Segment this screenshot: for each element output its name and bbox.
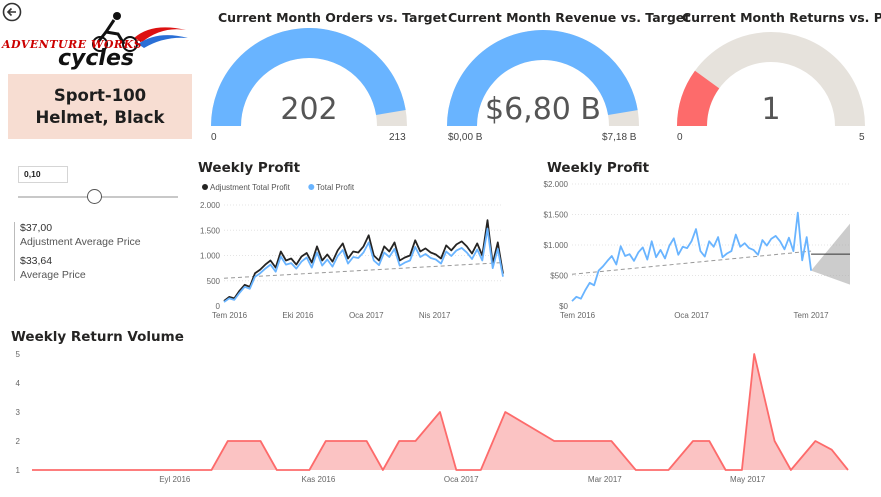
gauge-revenue-min: $0,00 B bbox=[448, 132, 483, 143]
x-tick-label: Kas 2016 bbox=[302, 475, 336, 484]
gauge-returns-title: Current Month Returns vs. Prev bbox=[682, 10, 881, 25]
x-tick-label: Nis 2017 bbox=[419, 311, 451, 320]
y-tick-label: $0 bbox=[559, 302, 568, 311]
x-tick-label: Mar 2017 bbox=[588, 475, 622, 484]
legend-label: Total Profit bbox=[316, 183, 355, 192]
y-tick-label: $2.000 bbox=[544, 180, 569, 189]
metric-cards: $37,00 Adjustment Average Price $33,64 A… bbox=[14, 222, 141, 281]
y-tick-label: $1.000 bbox=[544, 241, 569, 250]
series-line-1 bbox=[223, 219, 504, 302]
price-adjustment-input[interactable]: 0,10 bbox=[18, 166, 68, 183]
gauge-returns-value: 1 bbox=[761, 92, 781, 127]
y-tick-label: 2.000 bbox=[200, 201, 221, 210]
weekly-return-volume-chart[interactable]: 1 2 3 4 5 Eyl 2016 Kas 2016 Oca 2017 Mar 2017 May… bbox=[8, 346, 874, 486]
y-tick-label: 1 bbox=[16, 466, 21, 475]
gauge-returns-min: 0 bbox=[677, 132, 683, 143]
y-tick-label: 1.000 bbox=[200, 252, 221, 261]
gauge-orders-min: 0 bbox=[211, 132, 217, 143]
series-line-2 bbox=[223, 227, 504, 303]
x-tick-label: Tem 2016 bbox=[560, 311, 596, 320]
weekly-profit-chart-1[interactable]: 0 500 1.000 1.500 2.000 Tem 2016 Eki 2016 Oca 2… bbox=[196, 178, 516, 320]
legend-label: Adjustment Total Profit bbox=[210, 183, 291, 192]
average-price-value: $33,64 bbox=[20, 255, 53, 267]
x-tick-label: Oca 2017 bbox=[444, 475, 479, 484]
gauge-orders-title: Current Month Orders vs. Target bbox=[218, 10, 448, 25]
product-name: Sport-100 Helmet, Black bbox=[35, 85, 165, 127]
gauge-revenue-max: $7,18 B bbox=[602, 132, 637, 143]
adjustment-average-price-label: Adjustment Average Price bbox=[20, 236, 141, 248]
legend-marker bbox=[202, 184, 208, 190]
x-tick-label: Oca 2017 bbox=[674, 311, 709, 320]
logo-text-bottom: cycles bbox=[58, 46, 134, 71]
y-tick-label: $500 bbox=[550, 272, 568, 281]
x-tick-label: Oca 2017 bbox=[349, 311, 384, 320]
adjustment-average-price-value: $37,00 bbox=[20, 222, 53, 234]
price-adjustment-slider[interactable] bbox=[18, 188, 178, 206]
company-logo: ADVENTURE WORKS cycles bbox=[2, 8, 188, 71]
gauge-revenue-value: $6,80 B bbox=[484, 92, 601, 127]
y-tick-label: 2 bbox=[16, 437, 21, 446]
y-tick-label: $1.500 bbox=[544, 211, 569, 220]
y-tick-label: 500 bbox=[207, 277, 221, 286]
weekly-return-volume-title: Weekly Return Volume bbox=[11, 329, 184, 345]
gauge-orders-max: 213 bbox=[389, 132, 406, 143]
slider-thumb[interactable] bbox=[87, 189, 103, 204]
x-tick-label: Eyl 2016 bbox=[159, 475, 191, 484]
price-adjustment-value: 0,10 bbox=[24, 169, 41, 179]
gauge-orders-value: 202 bbox=[280, 92, 338, 127]
x-tick-label: Tem 2016 bbox=[212, 311, 248, 320]
legend-marker bbox=[308, 184, 315, 190]
y-tick-label: 4 bbox=[16, 379, 21, 388]
product-card: Sport-100 Helmet, Black bbox=[8, 74, 192, 139]
y-tick-label: 0 bbox=[216, 302, 221, 311]
weekly-profit-chart-2[interactable]: $0 $500 $1.000 $1.500 $2.000 Tem 2016 Oca 2017… bbox=[540, 176, 860, 322]
series-line-1 bbox=[571, 211, 812, 302]
weekly-profit-title-1: Weekly Profit bbox=[198, 160, 301, 176]
trend-line bbox=[571, 250, 812, 275]
x-tick-label: Eki 2016 bbox=[282, 311, 314, 320]
y-tick-label: 5 bbox=[16, 350, 21, 359]
y-tick-label: 3 bbox=[16, 408, 21, 417]
x-tick-label: Tem 2017 bbox=[794, 311, 830, 320]
gauge-revenue-title: Current Month Revenue vs. Target bbox=[448, 10, 691, 25]
average-price-label: Average Price bbox=[20, 269, 86, 281]
x-tick-label: May 2017 bbox=[730, 475, 766, 484]
gauge-returns-max: 5 bbox=[859, 132, 865, 143]
y-tick-label: 1.500 bbox=[200, 226, 221, 235]
weekly-profit-title-2: Weekly Profit bbox=[547, 160, 650, 176]
